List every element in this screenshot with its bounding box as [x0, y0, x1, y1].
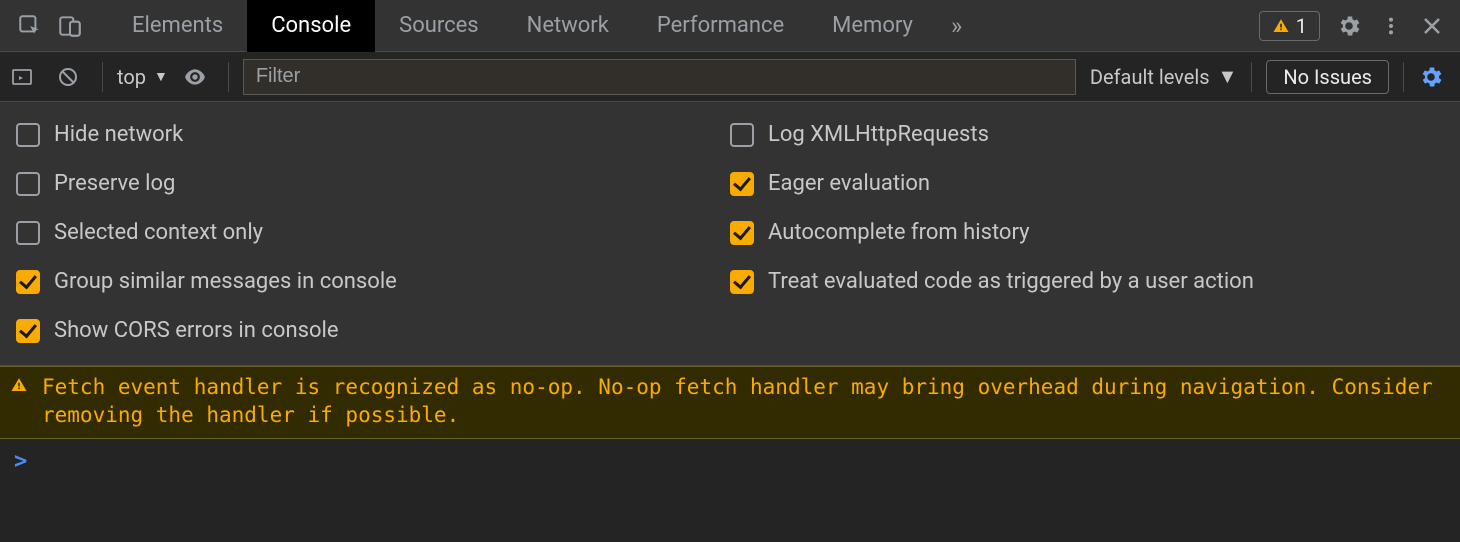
console-settings-gear-icon[interactable] [1418, 64, 1450, 90]
tab-elements[interactable]: Elements [108, 0, 247, 52]
settings-gear-icon[interactable] [1336, 6, 1362, 46]
opt-log-xhr[interactable]: Log XMLHttpRequests [730, 122, 1444, 147]
checkbox[interactable] [730, 270, 754, 294]
console-warning-row[interactable]: Fetch event handler is recognized as no-… [0, 366, 1460, 439]
opt-show-cors[interactable]: Show CORS errors in console [16, 318, 730, 343]
option-label: Autocomplete from history [768, 220, 1030, 245]
kebab-menu-icon[interactable] [1380, 6, 1402, 46]
opt-selected-context[interactable]: Selected context only [16, 220, 730, 245]
issues-label: No Issues [1283, 65, 1372, 89]
prompt-chevron-icon: > [14, 449, 27, 474]
tab-label: Console [271, 13, 351, 38]
checkbox[interactable] [16, 221, 40, 245]
tab-network[interactable]: Network [503, 0, 633, 52]
context-selector[interactable]: top ▼ [117, 65, 168, 89]
tab-overflow[interactable]: » [937, 0, 976, 52]
tab-label: Elements [132, 13, 223, 38]
live-expression-icon[interactable] [182, 64, 214, 90]
checkbox[interactable] [730, 123, 754, 147]
levels-selector[interactable]: Default levels ▼ [1090, 64, 1237, 89]
inspect-element-icon[interactable] [10, 6, 50, 46]
option-label: Group similar messages in console [54, 269, 397, 294]
checkbox[interactable] [730, 221, 754, 245]
tab-memory[interactable]: Memory [808, 0, 937, 52]
checkbox[interactable] [16, 123, 40, 147]
option-label: Log XMLHttpRequests [768, 122, 989, 147]
divider [228, 62, 229, 92]
console-prompt[interactable]: > [0, 439, 1460, 484]
warnings-badge[interactable]: 1 [1259, 11, 1320, 41]
option-label: Hide network [54, 122, 183, 147]
sidebar-toggle-icon[interactable] [10, 65, 42, 89]
device-toggle-icon[interactable] [50, 6, 90, 46]
filter-input[interactable] [243, 59, 1076, 95]
context-label: top [117, 65, 146, 89]
opt-group-similar[interactable]: Group similar messages in console [16, 269, 730, 294]
option-label: Treat evaluated code as triggered by a u… [768, 269, 1254, 294]
chevron-down-icon: ▼ [1218, 64, 1238, 89]
devtools-tabbar: Elements Console Sources Network Perform… [0, 0, 1460, 52]
levels-label: Default levels [1090, 65, 1210, 89]
issues-button[interactable]: No Issues [1266, 60, 1389, 94]
tab-label: Sources [399, 13, 479, 38]
checkbox[interactable] [16, 270, 40, 294]
tab-performance[interactable]: Performance [633, 0, 808, 52]
tab-label: Performance [657, 13, 784, 38]
tab-label: Network [527, 13, 609, 38]
option-label: Preserve log [54, 171, 175, 196]
warning-text: Fetch event handler is recognized as no-… [42, 373, 1450, 430]
close-icon[interactable] [1420, 6, 1444, 46]
clear-console-icon[interactable] [56, 65, 88, 89]
warnings-count: 1 [1296, 14, 1307, 38]
option-label: Eager evaluation [768, 171, 930, 196]
warning-icon [10, 376, 28, 394]
console-toolbar: top ▼ Default levels ▼ No Issues [0, 52, 1460, 102]
opt-preserve-log[interactable]: Preserve log [16, 171, 730, 196]
opt-hide-network[interactable]: Hide network [16, 122, 730, 147]
filter-field [243, 59, 1076, 95]
divider [1251, 62, 1252, 92]
checkbox[interactable] [16, 172, 40, 196]
opt-autocomplete-history[interactable]: Autocomplete from history [730, 220, 1444, 245]
checkbox[interactable] [16, 319, 40, 343]
tab-console[interactable]: Console [247, 0, 375, 52]
tab-sources[interactable]: Sources [375, 0, 503, 52]
panel-tabs: Elements Console Sources Network Perform… [108, 0, 976, 52]
divider [1403, 62, 1404, 92]
tab-label: Memory [832, 13, 913, 38]
divider [102, 62, 103, 92]
console-settings-panel: Hide network Log XMLHttpRequests Preserv… [0, 102, 1460, 366]
chevron-down-icon: ▼ [154, 68, 168, 85]
opt-eager-evaluation[interactable]: Eager evaluation [730, 171, 1444, 196]
option-label: Show CORS errors in console [54, 318, 339, 343]
option-label: Selected context only [54, 220, 263, 245]
opt-treat-user-action[interactable]: Treat evaluated code as triggered by a u… [730, 269, 1444, 294]
checkbox[interactable] [730, 172, 754, 196]
